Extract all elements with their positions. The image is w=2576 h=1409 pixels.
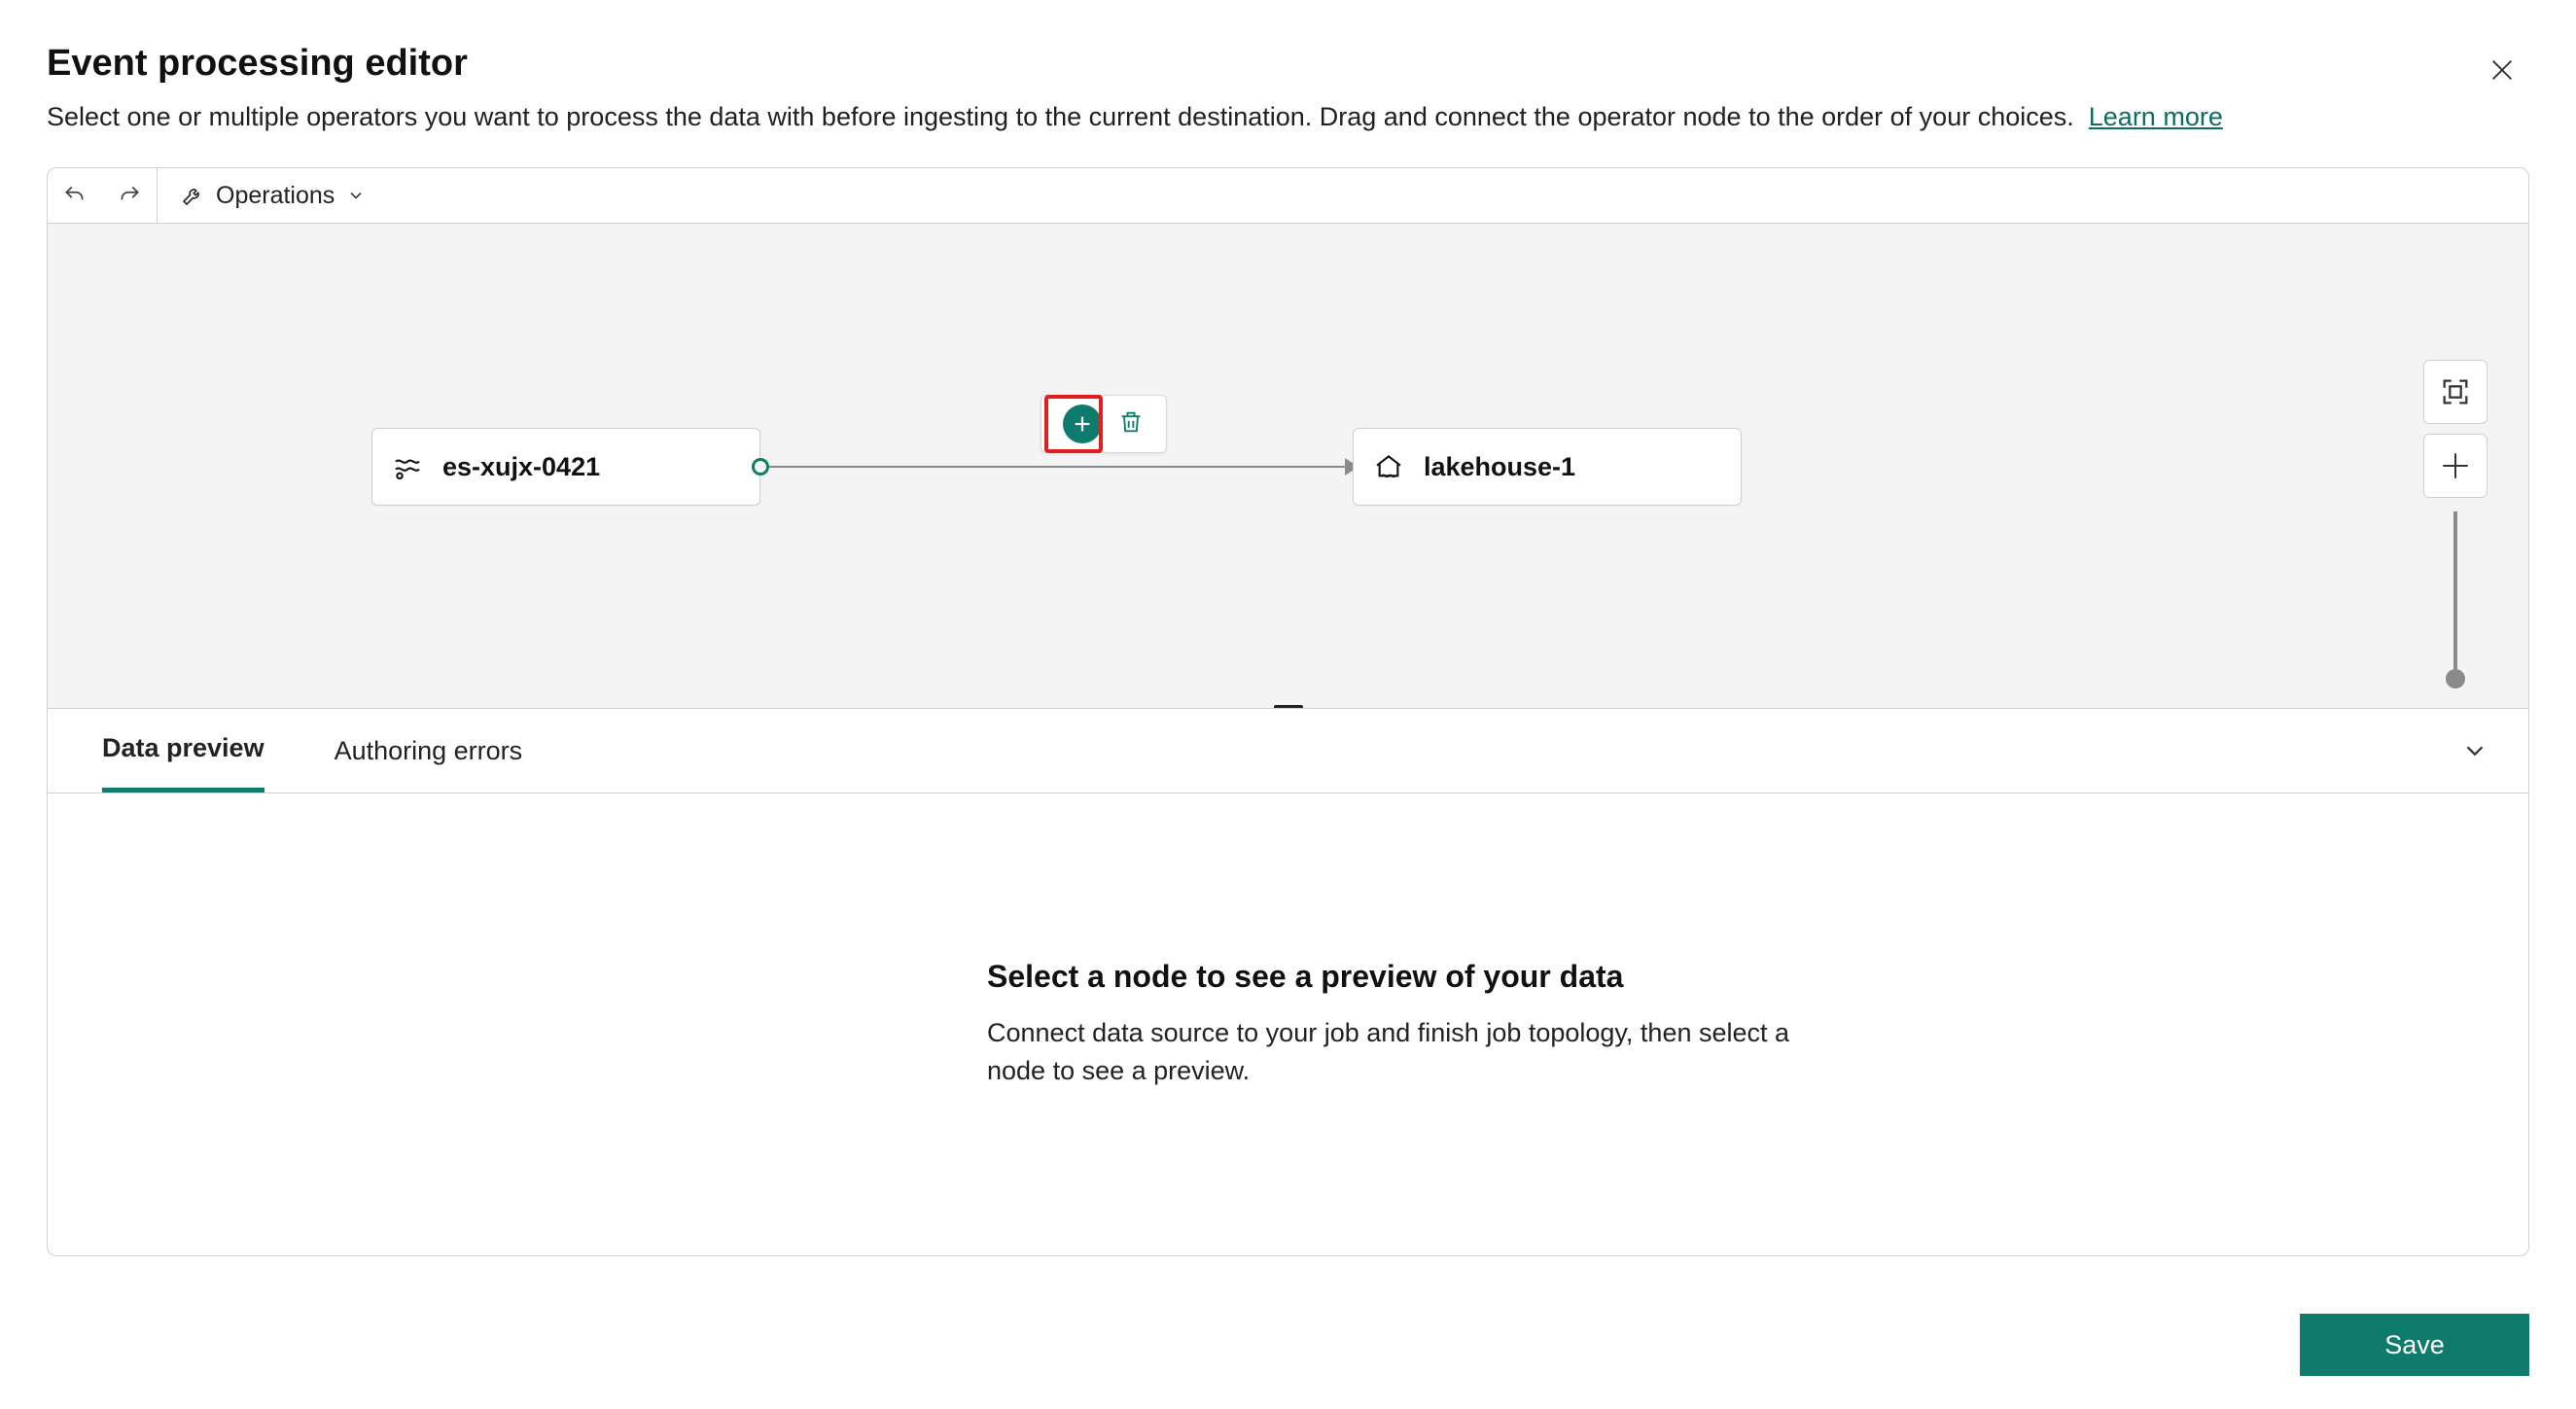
zoom-slider[interactable] <box>2453 511 2457 687</box>
edge-tools <box>1041 395 1167 453</box>
redo-button[interactable] <box>102 168 157 223</box>
lakehouse-icon <box>1373 451 1404 482</box>
page-subtitle: Select one or multiple operators you wan… <box>47 102 2529 132</box>
learn-more-link[interactable]: Learn more <box>2089 102 2223 131</box>
edge[interactable] <box>769 466 1353 468</box>
footer: Save <box>2300 1314 2529 1376</box>
canvas[interactable]: es-xujx-0421 lakehouse-1 <box>47 224 2529 708</box>
tab-data-preview[interactable]: Data preview <box>102 709 265 793</box>
page-title: Event processing editor <box>47 43 2529 85</box>
preview-heading: Select a node to see a preview of your d… <box>987 959 2528 995</box>
destination-node[interactable]: lakehouse-1 <box>1353 428 1742 506</box>
operations-dropdown[interactable]: Operations <box>158 168 389 223</box>
fit-to-screen-button[interactable] <box>2423 360 2488 424</box>
source-output-port[interactable] <box>752 458 769 476</box>
destination-node-label: lakehouse-1 <box>1424 452 1575 482</box>
operations-label: Operations <box>216 182 335 210</box>
plus-thin-icon <box>2439 449 2472 482</box>
insert-operator-button[interactable] <box>1063 405 1102 443</box>
fit-icon <box>2439 375 2472 408</box>
tab-authoring-errors[interactable]: Authoring errors <box>335 709 523 793</box>
header: Event processing editor Select one or mu… <box>47 43 2529 132</box>
preview-body: Connect data source to your job and fini… <box>987 1014 1843 1090</box>
chevron-down-icon <box>2460 736 2489 765</box>
delete-edge-button[interactable] <box>1117 408 1145 440</box>
source-node-label: es-xujx-0421 <box>442 452 600 482</box>
redo-icon <box>117 183 142 208</box>
wrench-icon <box>181 184 204 207</box>
source-node[interactable]: es-xujx-0421 <box>371 428 760 506</box>
zoom-in-button[interactable] <box>2423 434 2488 498</box>
trash-icon <box>1117 408 1145 436</box>
stream-icon <box>392 451 423 482</box>
close-icon <box>2488 56 2516 84</box>
collapse-panel-button[interactable] <box>2460 736 2489 770</box>
preview-panel: Select a node to see a preview of your d… <box>47 793 2529 1256</box>
zoom-slider-thumb[interactable] <box>2446 669 2465 688</box>
preview-tabs: Data preview Authoring errors <box>47 708 2529 793</box>
subtitle-text: Select one or multiple operators you wan… <box>47 102 2074 131</box>
save-button[interactable]: Save <box>2300 1314 2529 1376</box>
close-button[interactable] <box>2483 51 2522 89</box>
zoom-tools <box>2423 360 2488 687</box>
plus-icon <box>1072 413 1093 435</box>
undo-button[interactable] <box>48 168 102 223</box>
toolbar: Operations <box>47 167 2529 224</box>
undo-icon <box>62 183 88 208</box>
chevron-down-icon <box>346 186 366 205</box>
